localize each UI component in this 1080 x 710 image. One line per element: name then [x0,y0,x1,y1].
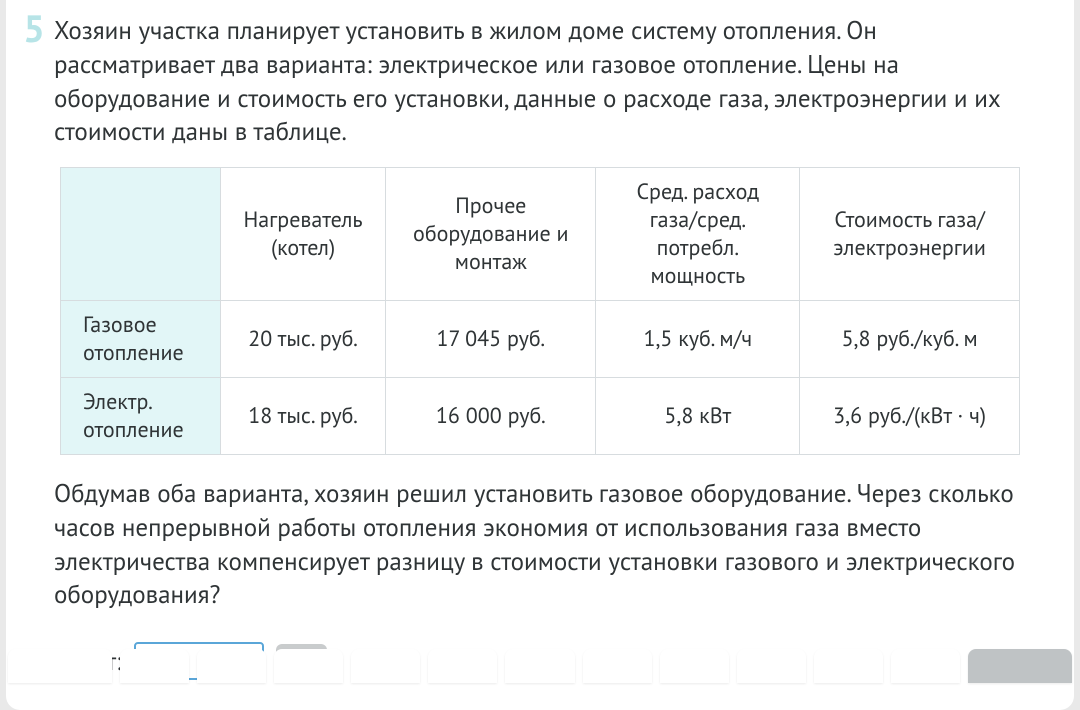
onscreen-keyboard [0,639,1080,683]
keyboard-key[interactable] [891,649,960,683]
table-cell: 3,6 руб./(кВт · ч) [800,378,1020,455]
question-number-badge: 5 [12,6,56,50]
keyboard-key[interactable] [8,649,112,683]
keyboard-key[interactable] [814,649,883,683]
row-label: Газовое отопление [61,301,221,378]
table-corner-cell [61,168,221,301]
keyboard-key[interactable] [505,649,574,683]
table-cell: 5,8 руб./куб. м [800,301,1020,378]
table-cell: 16 000 руб. [386,378,596,455]
table-cell: 17 045 руб. [386,301,596,378]
col-header: Нагреватель (котел) [221,168,386,301]
col-header: Прочее оборудование и монтаж [386,168,596,301]
keyboard-key[interactable] [120,649,189,683]
table-cell: 18 тыс. руб. [221,378,386,455]
keyboard-key[interactable] [660,649,729,683]
keyboard-key[interactable] [737,649,806,683]
row-label: Электр. отопление [61,378,221,455]
col-header: Сред. расход газа/сред. потребл. мощност… [596,168,800,301]
question-text: Обдумав оба варианта, хозяин решил устан… [54,477,1030,612]
table-cell: 1,5 куб. м/ч [596,301,800,378]
question-card: 5 Хозяин участка планирует установить в … [6,0,1074,710]
table-cell: 5,8 кВт [596,378,800,455]
prompt-text: Хозяин участка планирует установить в жи… [54,14,1030,149]
keyboard-key[interactable] [274,649,343,683]
col-header: Стоимость газа/электроэнергии [800,168,1020,301]
table-header-row: Нагреватель (котел) Прочее оборудование … [61,168,1020,301]
keyboard-key[interactable] [351,649,420,683]
keyboard-key[interactable] [197,649,266,683]
table-row: Газовое отопление 20 тыс. руб. 17 045 ру… [61,301,1020,378]
table-row: Электр. отопление 18 тыс. руб. 16 000 ру… [61,378,1020,455]
data-table: Нагреватель (котел) Прочее оборудование … [60,167,1020,455]
keyboard-key[interactable] [428,649,497,683]
table-cell: 20 тыс. руб. [221,301,386,378]
keyboard-key-backspace[interactable] [968,649,1072,683]
keyboard-key[interactable] [583,649,652,683]
